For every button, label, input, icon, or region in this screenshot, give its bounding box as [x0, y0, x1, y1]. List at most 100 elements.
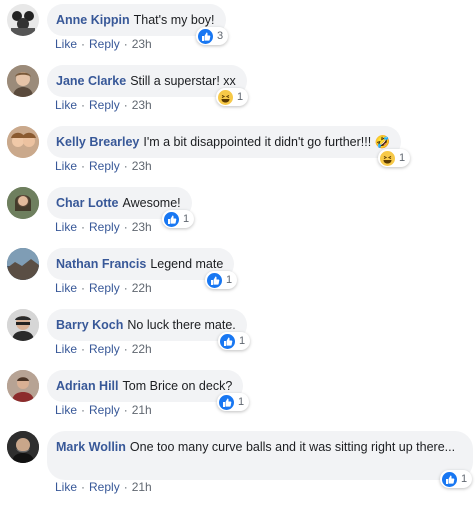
- comment-actions: Like · Reply · 22h: [55, 281, 152, 295]
- comment-text: One too many curve balls and it was sitt…: [129, 440, 456, 454]
- reply-link[interactable]: Reply: [89, 281, 120, 295]
- separator: ·: [123, 37, 128, 51]
- reply-link[interactable]: Reply: [89, 342, 120, 356]
- like-icon: [442, 471, 457, 487]
- like-link[interactable]: Like: [55, 403, 77, 417]
- commenter-name[interactable]: Char Lotte: [56, 196, 119, 210]
- avatar[interactable]: [7, 65, 39, 97]
- commenter-name[interactable]: Kelly Brearley: [56, 135, 139, 149]
- separator: ·: [81, 159, 86, 173]
- separator: ·: [123, 159, 128, 173]
- comment-actions: Like · Reply · 22h: [55, 342, 152, 356]
- avatar[interactable]: [7, 187, 39, 219]
- commenter-name[interactable]: Barry Koch: [56, 318, 123, 332]
- separator: ·: [81, 37, 86, 51]
- reaction-count-label: 3: [217, 30, 224, 42]
- reaction-count[interactable]: 1: [440, 470, 473, 488]
- separator: ·: [123, 220, 128, 234]
- comment-text: That's my boy!: [133, 13, 215, 27]
- commenter-name[interactable]: Mark Wollin: [56, 440, 126, 454]
- commenter-name[interactable]: Anne Kippin: [56, 13, 130, 27]
- separator: ·: [123, 281, 128, 295]
- reaction-count-label: 1: [238, 396, 245, 408]
- comment-text: No luck there mate.: [127, 318, 236, 332]
- like-link[interactable]: Like: [55, 220, 77, 234]
- comment-text: Awesome!: [122, 196, 181, 210]
- separator: ·: [81, 480, 86, 494]
- reaction-count[interactable]: 1: [218, 332, 251, 350]
- reaction-count-label: 1: [461, 473, 468, 485]
- separator: ·: [81, 403, 86, 417]
- comment-bubble: Mark Wollin One too many curve balls and …: [47, 431, 473, 480]
- timestamp[interactable]: 23h: [132, 98, 152, 112]
- avatar[interactable]: [7, 431, 39, 463]
- reply-link[interactable]: Reply: [89, 480, 120, 494]
- timestamp[interactable]: 22h: [132, 342, 152, 356]
- comment-actions: Like · Reply · 21h: [55, 480, 152, 494]
- commenter-name[interactable]: Adrian Hill: [56, 379, 119, 393]
- avatar[interactable]: [7, 4, 39, 36]
- reaction-count-label: 1: [226, 274, 233, 286]
- comment-actions: Like · Reply · 23h: [55, 220, 152, 234]
- reply-link[interactable]: Reply: [89, 220, 120, 234]
- like-link[interactable]: Like: [55, 98, 77, 112]
- like-link[interactable]: Like: [55, 480, 77, 494]
- separator: ·: [123, 98, 128, 112]
- comment-text: Legend mate: [150, 257, 224, 271]
- like-icon: [207, 272, 222, 288]
- reply-link[interactable]: Reply: [89, 98, 120, 112]
- avatar[interactable]: [7, 126, 39, 158]
- comment-actions: Like · Reply · 23h: [55, 37, 152, 51]
- timestamp[interactable]: 23h: [132, 220, 152, 234]
- like-icon: [198, 28, 213, 44]
- timestamp[interactable]: 21h: [132, 480, 152, 494]
- like-link[interactable]: Like: [55, 37, 77, 51]
- avatar[interactable]: [7, 309, 39, 341]
- reaction-count[interactable]: 1: [205, 271, 238, 289]
- like-icon: [219, 394, 234, 410]
- timestamp[interactable]: 23h: [132, 159, 152, 173]
- separator: ·: [123, 403, 128, 417]
- separator: ·: [123, 342, 128, 356]
- haha-icon: [218, 89, 233, 105]
- separator: ·: [81, 281, 86, 295]
- reaction-count[interactable]: 1: [216, 88, 249, 106]
- reaction-count-label: 1: [399, 152, 406, 164]
- reaction-count-label: 1: [237, 91, 244, 103]
- reaction-count[interactable]: 3: [196, 27, 229, 45]
- reply-link[interactable]: Reply: [89, 403, 120, 417]
- like-link[interactable]: Like: [55, 281, 77, 295]
- timestamp[interactable]: 22h: [132, 281, 152, 295]
- comment-actions: Like · Reply · 21h: [55, 403, 152, 417]
- reaction-count-label: 1: [239, 335, 246, 347]
- comment-text: Still a superstar! xx: [130, 74, 236, 88]
- reaction-count-label: 1: [183, 213, 190, 225]
- timestamp[interactable]: 23h: [132, 37, 152, 51]
- separator: ·: [81, 342, 86, 356]
- commenter-name[interactable]: Jane Clarke: [56, 74, 126, 88]
- comment-bubble: Kelly Brearley I'm a bit disappointed it …: [47, 126, 402, 158]
- comment-bubble: Barry Koch No luck there mate.: [47, 309, 247, 341]
- avatar[interactable]: [7, 370, 39, 402]
- commenter-name[interactable]: Nathan Francis: [56, 257, 146, 271]
- comment-bubble: Adrian Hill Tom Brice on deck?: [47, 370, 244, 402]
- comment-actions: Like · Reply · 23h: [55, 159, 152, 173]
- like-icon: [164, 211, 179, 227]
- like-link[interactable]: Like: [55, 342, 77, 356]
- comment-text: I'm a bit disappointed it didn't go furt…: [143, 135, 391, 149]
- comment-actions: Like · Reply · 23h: [55, 98, 152, 112]
- reply-link[interactable]: Reply: [89, 37, 120, 51]
- separator: ·: [81, 98, 86, 112]
- separator: ·: [81, 220, 86, 234]
- reply-link[interactable]: Reply: [89, 159, 120, 173]
- like-icon: [220, 333, 235, 349]
- like-link[interactable]: Like: [55, 159, 77, 173]
- timestamp[interactable]: 21h: [132, 403, 152, 417]
- separator: ·: [123, 480, 128, 494]
- comment-text: Tom Brice on deck?: [122, 379, 233, 393]
- haha-icon: [380, 150, 395, 166]
- reaction-count[interactable]: 1: [217, 393, 250, 411]
- reaction-count[interactable]: 1: [378, 149, 411, 167]
- reaction-count[interactable]: 1: [162, 210, 195, 228]
- avatar[interactable]: [7, 248, 39, 280]
